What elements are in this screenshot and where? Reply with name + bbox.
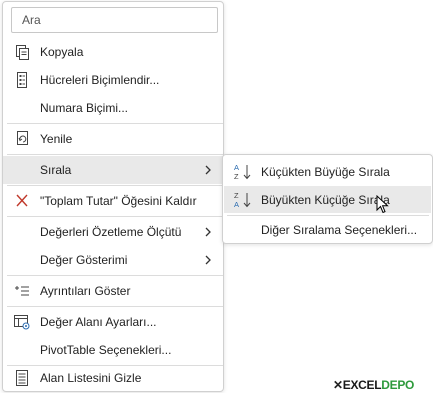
- submenu-item-label: Diğer Sıralama Seçenekleri...: [261, 223, 418, 237]
- menu-item-refresh[interactable]: Yenile: [3, 125, 223, 153]
- menu-item-label: Ayrıntıları Göster: [40, 284, 131, 298]
- submenu-item-label: Küçükten Büyüğe Sırala: [261, 165, 390, 179]
- format-cells-icon: [13, 72, 31, 88]
- svg-text:Z: Z: [234, 191, 239, 200]
- menu-divider: [7, 123, 223, 124]
- excel-depo-logo: ✕EXCELDEPO: [333, 378, 414, 392]
- submenu-item-sort-ascending[interactable]: A Z Küçükten Büyüğe Sırala: [224, 158, 431, 185]
- logo-text-depo: DEPO: [381, 378, 415, 392]
- menu-item-label: Yenile: [40, 132, 73, 146]
- menu-item-number-format[interactable]: Numara Biçimi...: [3, 94, 223, 122]
- menu-item-pivottable-options[interactable]: PivotTable Seçenekleri...: [3, 336, 223, 364]
- menu-divider: [7, 216, 223, 217]
- menu-item-format-cells[interactable]: Hücreleri Biçimlendir...: [3, 66, 223, 94]
- menu-item-label: Kopyala: [40, 45, 84, 59]
- menu-item-label: Numara Biçimi...: [40, 101, 129, 115]
- sort-descending-icon: Z A: [233, 191, 255, 209]
- mouse-cursor-icon: [376, 194, 390, 215]
- submenu-item-label: Büyükten Küçüğe Sırala: [261, 193, 390, 207]
- svg-text:A: A: [234, 200, 239, 209]
- menu-divider: [7, 275, 223, 276]
- logo-x-icon: ✕: [333, 378, 343, 392]
- field-settings-icon: [13, 314, 31, 330]
- remove-x-icon: [13, 193, 31, 209]
- svg-text:A: A: [234, 163, 239, 172]
- menu-item-sort[interactable]: Sırala: [3, 156, 223, 184]
- menu-item-hide-field-list[interactable]: Alan Listesini Gizle: [3, 364, 223, 392]
- menu-item-value-field-settings[interactable]: Değer Alanı Ayarları...: [3, 308, 223, 336]
- show-details-icon: [13, 283, 31, 299]
- chevron-right-icon: [203, 225, 213, 239]
- menu-item-label: Değerleri Özetleme Ölçütü: [40, 225, 182, 239]
- menu-item-label: Sırala: [40, 163, 72, 177]
- sort-ascending-icon: A Z: [233, 163, 255, 181]
- menu-item-label: "Toplam Tutar" Öğesini Kaldır: [40, 194, 197, 208]
- menu-item-remove-field[interactable]: "Toplam Tutar" Öğesini Kaldır: [3, 187, 223, 215]
- refresh-icon: [13, 131, 31, 147]
- menu-item-label: Değer Alanı Ayarları...: [40, 315, 157, 329]
- menu-item-summarize-by[interactable]: Değerleri Özetleme Ölçütü: [3, 218, 223, 246]
- chevron-right-icon: [203, 163, 213, 177]
- logo-text-excel: EXCEL: [342, 378, 382, 392]
- menu-divider: [7, 306, 223, 307]
- menu-divider: [7, 185, 223, 186]
- menu-divider: [7, 154, 223, 155]
- menu-item-copy[interactable]: Kopyala: [3, 38, 223, 66]
- field-list-icon: [13, 370, 31, 386]
- search-input[interactable]: [11, 7, 218, 33]
- submenu-item-sort-descending[interactable]: Z A Büyükten Küçüğe Sırala: [224, 186, 431, 213]
- menu-item-label: Değer Gösterimi: [40, 253, 128, 267]
- menu-item-label: PivotTable Seçenekleri...: [40, 343, 172, 357]
- copy-icon: [13, 44, 31, 60]
- menu-item-show-details[interactable]: Ayrıntıları Göster: [3, 277, 223, 305]
- svg-text:Z: Z: [234, 172, 239, 181]
- menu-item-label: Hücreleri Biçimlendir...: [40, 73, 160, 87]
- context-menu: Kopyala Hücreleri Biçimlendir... Numara …: [2, 1, 224, 392]
- menu-item-show-values-as[interactable]: Değer Gösterimi: [3, 246, 223, 274]
- menu-item-label: Alan Listesini Gizle: [40, 371, 142, 385]
- chevron-right-icon: [203, 253, 213, 267]
- sort-submenu: A Z Küçükten Büyüğe Sırala Z A Büyükten …: [222, 154, 433, 244]
- submenu-item-more-sort-options[interactable]: Diğer Sıralama Seçenekleri...: [224, 216, 431, 243]
